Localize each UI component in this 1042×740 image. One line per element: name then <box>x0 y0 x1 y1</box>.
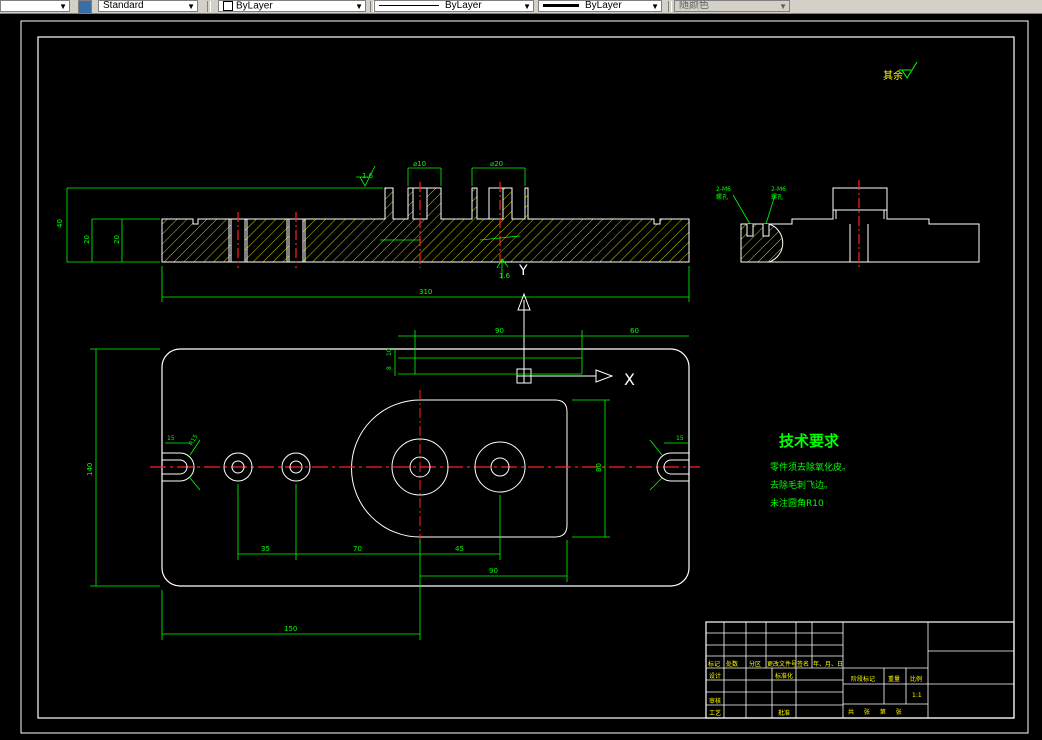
tb-header-3: 分区 <box>749 660 761 668</box>
chevron-down-icon: ▼ <box>59 2 67 11</box>
chevron-down-icon: ▼ <box>523 2 531 11</box>
drawing-canvas[interactable]: 其余 ⌀10 ⌀20 1.6 40 20 20 310 1.6 2-M6 螺孔 … <box>0 14 1042 740</box>
chevron-down-icon: ▼ <box>187 2 195 11</box>
lineweight-sample-icon <box>543 3 579 7</box>
dim-c20: ⌀20 <box>490 160 503 168</box>
dim-c10: ⌀10 <box>413 160 426 168</box>
chevron-down-icon: ▼ <box>355 2 363 11</box>
lineweight-value: ByLayer <box>585 0 622 11</box>
roughness-top: 1.6 <box>362 172 374 180</box>
dim-s15b: 15 <box>676 435 684 442</box>
title-block-text: 标记 处数 分区 更改文件号 签名 年、月、日 设计 标准化 审核 工艺 批准 … <box>708 660 922 717</box>
toolbar-dropdown-left[interactable]: ▼ <box>0 0 70 12</box>
side-label-3: 螺孔 <box>716 193 728 201</box>
dim-d80: 80 <box>595 463 603 472</box>
chevron-down-icon: ▼ <box>779 2 787 11</box>
dim-d8: 8 <box>386 366 393 370</box>
sheet-inner-border <box>37 36 1015 719</box>
front-section-view[interactable]: ⌀10 ⌀20 1.6 40 20 20 310 1.6 <box>56 160 690 302</box>
roughness-note: 其余 <box>883 61 918 82</box>
tech-req-title: 技术要求 <box>779 432 840 450</box>
text-style-value: Standard <box>103 0 144 11</box>
tb-weight: 重量 <box>888 675 900 683</box>
toolbar-separator <box>668 1 672 12</box>
side-label-2: 2-M6 <box>771 186 786 193</box>
tb-header-1: 标记 <box>708 660 720 668</box>
layer-value: ByLayer <box>236 0 273 12</box>
side-label-1: 2-M6 <box>716 186 731 193</box>
roughness-bottom: 1.6 <box>499 272 511 280</box>
tech-req-line-2: 去除毛刺飞边。 <box>770 479 833 491</box>
linetype-value: ByLayer <box>445 0 482 11</box>
tb-design: 设计 <box>709 672 721 680</box>
linetype-sample-icon <box>379 4 439 6</box>
side-label-4: 螺孔 <box>771 193 783 201</box>
text-style-select[interactable]: Standard ▼ <box>98 0 198 12</box>
title-block[interactable] <box>705 621 1015 719</box>
lineweight-select[interactable]: ByLayer ▼ <box>538 0 662 12</box>
tech-req-line-1: 零件须去除氧化皮。 <box>770 461 851 473</box>
tb-sheet-info: 共 张 第 张 <box>848 708 906 716</box>
dim-d90: 90 <box>495 327 504 335</box>
dim-len310: 310 <box>419 288 432 296</box>
tb-stage: 阶段标记 <box>851 675 875 683</box>
plot-style-value: 随颜色 <box>679 0 709 11</box>
dim-d70: 70 <box>353 545 362 553</box>
dim-d10: 10 <box>386 348 393 356</box>
tb-header-6: 年、月、日 <box>813 660 843 668</box>
dim-d35: 35 <box>261 545 270 553</box>
toolbar-separator <box>207 1 211 12</box>
ucs-icon <box>516 292 614 384</box>
dim-h20a: 20 <box>83 235 91 244</box>
color-swatch-icon <box>223 1 233 11</box>
tb-standardize: 标准化 <box>775 672 793 680</box>
dim-r15: R15 <box>188 433 200 447</box>
text-style-icon[interactable] <box>78 0 92 14</box>
dim-h40: 40 <box>56 219 64 228</box>
roughness-note-text: 其余 <box>883 69 903 82</box>
tb-header-5: 签名 <box>797 660 809 668</box>
ucs-x-label: X <box>624 370 635 389</box>
dim-s15a: 15 <box>167 435 175 442</box>
technical-requirements: 技术要求 零件须去除氧化皮。 去除毛刺飞边。 未注圆角R10 <box>770 432 851 509</box>
dim-d90b: 90 <box>489 567 498 575</box>
dim-d60: 60 <box>630 327 639 335</box>
top-pocket-outline <box>351 399 568 538</box>
tb-scale-value: 1:1 <box>912 692 922 699</box>
side-view[interactable]: 2-M6 螺孔 2-M6 螺孔 <box>716 180 980 268</box>
layer-select[interactable]: ByLayer ▼ <box>218 0 366 12</box>
dim-w140: 140 <box>86 463 94 476</box>
linetype-select[interactable]: ByLayer ▼ <box>374 0 534 12</box>
plot-style-select[interactable]: 随颜色 ▼ <box>674 0 790 12</box>
tb-header-4: 更改文件号 <box>767 660 797 668</box>
dim-d150: 150 <box>284 625 297 633</box>
properties-toolbar: ▼ Standard ▼ ByLayer ▼ ByLayer ▼ ByLayer ▼ 随… <box>0 0 1042 14</box>
dim-d45: 45 <box>455 545 464 553</box>
tb-scale: 比例 <box>910 675 922 683</box>
tb-header-2: 处数 <box>726 660 738 668</box>
tb-process: 工艺 <box>709 709 721 717</box>
chevron-down-icon: ▼ <box>651 2 659 11</box>
dim-h20b: 20 <box>113 235 121 244</box>
tech-req-line-3: 未注圆角R10 <box>770 497 824 509</box>
tb-approve: 批准 <box>778 709 790 717</box>
ucs-y-label: Y <box>518 263 528 279</box>
front-hole-4 <box>488 187 504 220</box>
tb-review: 审核 <box>709 697 721 705</box>
